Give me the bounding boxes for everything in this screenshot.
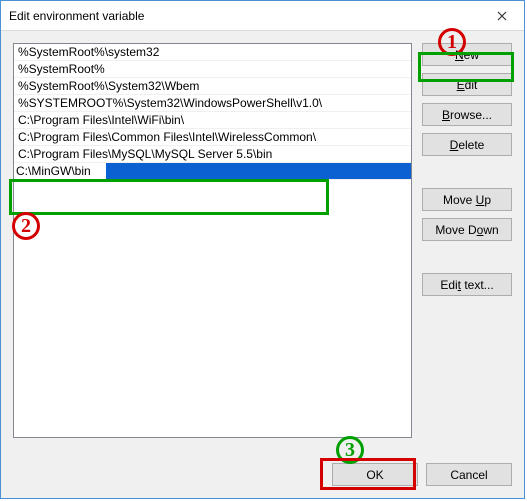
edit-text-button[interactable]: Edit text... <box>422 273 512 296</box>
dialog-footer: OK Cancel <box>1 451 524 498</box>
browse-button-rest: rowse... <box>450 108 492 122</box>
dialog-title: Edit environment variable <box>9 9 479 23</box>
move-up-button-pre: Move <box>443 193 476 207</box>
delete-button-rest: elete <box>458 138 484 152</box>
side-button-column: New Edit Browse... Delete Move Up Move D… <box>422 43 512 451</box>
move-down-button[interactable]: Move Down <box>422 218 512 241</box>
dialog-body: %SystemRoot%\system32 %SystemRoot% %Syst… <box>1 31 524 451</box>
close-icon <box>497 11 507 21</box>
list-item[interactable]: %SystemRoot% <box>14 61 411 78</box>
move-down-button-pre: Move D <box>435 223 476 237</box>
delete-button-hotkey: D <box>450 138 459 152</box>
browse-button-hotkey: B <box>442 108 450 122</box>
move-down-button-rest: wn <box>483 223 498 237</box>
edit-button-rest: dit <box>465 78 478 92</box>
list-item[interactable]: %SYSTEMROOT%\System32\WindowsPowerShell\… <box>14 95 411 112</box>
new-button[interactable]: New <box>422 43 512 66</box>
dialog-window: Edit environment variable %SystemRoot%\s… <box>0 0 525 499</box>
list-item-editing[interactable] <box>14 163 411 180</box>
list-item[interactable]: C:\Program Files\Common Files\Intel\Wire… <box>14 129 411 146</box>
delete-button[interactable]: Delete <box>422 133 512 156</box>
new-button-hotkey: N <box>455 48 464 62</box>
move-up-button[interactable]: Move Up <box>422 188 512 211</box>
path-edit-input[interactable] <box>14 163 106 180</box>
edit-button[interactable]: Edit <box>422 73 512 96</box>
edit-text-button-rest: text... <box>461 278 494 292</box>
edit-text-button-pre: Edi <box>440 278 457 292</box>
new-button-rest: ew <box>464 48 479 62</box>
titlebar: Edit environment variable <box>1 1 524 31</box>
path-listbox[interactable]: %SystemRoot%\system32 %SystemRoot% %Syst… <box>13 43 412 438</box>
list-item[interactable]: %SystemRoot%\system32 <box>14 44 411 61</box>
list-item[interactable]: C:\Program Files\MySQL\MySQL Server 5.5\… <box>14 146 411 163</box>
browse-button[interactable]: Browse... <box>422 103 512 126</box>
ok-button[interactable]: OK <box>332 463 418 486</box>
list-item[interactable]: %SystemRoot%\System32\Wbem <box>14 78 411 95</box>
close-button[interactable] <box>479 1 524 30</box>
move-up-button-rest: p <box>484 193 491 207</box>
cancel-button[interactable]: Cancel <box>426 463 512 486</box>
edit-button-hotkey: E <box>457 78 465 92</box>
list-item[interactable]: C:\Program Files\Intel\WiFi\bin\ <box>14 112 411 129</box>
